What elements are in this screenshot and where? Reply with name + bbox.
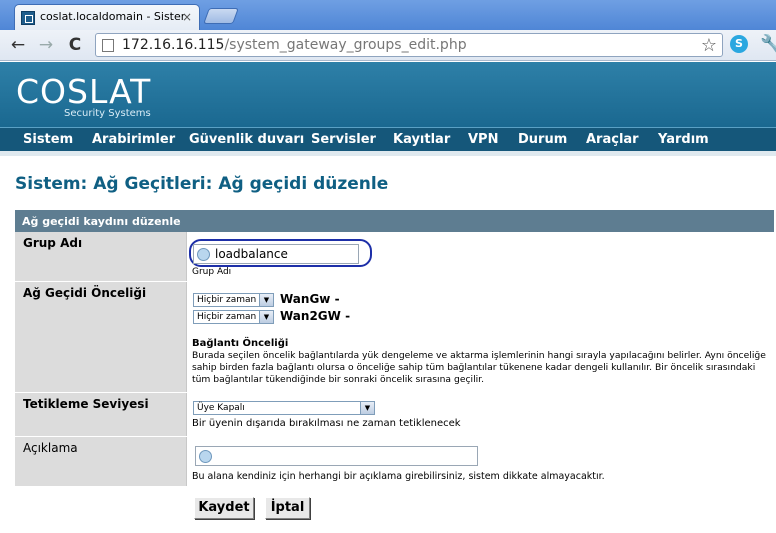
chevron-down-icon: ▼ (360, 402, 374, 414)
browser-tab[interactable]: coslat.localdomain - Sistem: A × (14, 4, 200, 30)
forward-arrow-icon[interactable]: → (34, 34, 58, 56)
form-header: Ağ geçidi kaydını düzenle (15, 210, 774, 232)
nav-item-arabirimler[interactable]: Arabirimler (92, 132, 175, 147)
chevron-down-icon: ▼ (259, 311, 273, 323)
main-navbar: Sistem Arabirimler Güvenlik duvarı Servi… (0, 127, 776, 151)
nav-item-sistem[interactable]: Sistem (23, 132, 73, 147)
group-name-label: Grup Adı (15, 232, 186, 281)
connection-priority-subhead: Bağlantı Önceliği (192, 338, 289, 349)
nav-item-durum[interactable]: Durum (518, 132, 567, 147)
bookmark-star-icon[interactable]: ☆ (701, 35, 717, 56)
web-page: COSLAT Security Systems Sistem Arabiriml… (0, 62, 776, 533)
gateway-priority-label: Ağ Geçidi Önceliği (15, 282, 186, 392)
row-description: Açıklama Bu alana kendiniz için herhangi… (15, 437, 774, 487)
gateway-edit-form: Ağ geçidi kaydını düzenle Grup Adı loadb… (15, 210, 774, 533)
skype-extension-icon[interactable]: S (730, 35, 748, 53)
chevron-down-icon: ▼ (259, 294, 273, 306)
nav-item-guvenlik-duvari[interactable]: Güvenlik duvarı (189, 132, 304, 147)
wan2gw-priority-select[interactable]: Hiçbir zaman ▼ (193, 310, 274, 324)
description-input[interactable] (195, 446, 478, 466)
group-name-input[interactable]: loadbalance (193, 244, 359, 264)
nav-item-vpn[interactable]: VPN (468, 132, 498, 147)
page-icon (102, 39, 114, 52)
url-text[interactable]: 172.16.16.115/system_gateway_groups_edit… (122, 37, 467, 53)
trigger-level-hint: Bir üyenin dışarıda bırakılması ne zaman… (192, 418, 461, 429)
browser-toolbar: ← → C 172.16.16.115/system_gateway_group… (0, 30, 776, 61)
gateway-name: Wan2GW - (280, 309, 351, 323)
description-hint: Bu alana kendiniz için herhangi bir açık… (192, 471, 605, 482)
cancel-button[interactable]: İptal (265, 497, 310, 519)
logo: COSLAT (16, 72, 152, 111)
nav-item-kayitlar[interactable]: Kayıtlar (393, 132, 450, 147)
address-bar[interactable]: 172.16.16.115/system_gateway_groups_edit… (95, 33, 723, 57)
new-tab-button[interactable] (203, 8, 239, 24)
back-arrow-icon[interactable]: ← (6, 34, 30, 56)
description-label: Açıklama (15, 437, 186, 486)
group-name-hint: Grup Adı (192, 267, 232, 277)
site-favicon-icon (21, 11, 35, 25)
trigger-level-label: Tetikleme Seviyesi (15, 393, 186, 436)
input-tag-icon (199, 450, 212, 463)
row-buttons: Kaydet İptal (15, 487, 774, 533)
tab-strip: coslat.localdomain - Sistem: A × (0, 0, 776, 30)
row-gateway-priority: Ağ Geçidi Önceliği Hiçbir zaman ▼ WanGw … (15, 282, 774, 393)
save-button[interactable]: Kaydet (194, 497, 254, 519)
reload-icon[interactable]: C (63, 34, 87, 56)
wangw-priority-select[interactable]: Hiçbir zaman ▼ (193, 293, 274, 307)
nav-item-servisler[interactable]: Servisler (311, 132, 376, 147)
page-title: Sistem: Ağ Geçitleri: Ağ geçidi düzenle (15, 174, 389, 194)
nav-underline (0, 151, 776, 156)
nav-item-araclar[interactable]: Araçlar (586, 132, 639, 147)
nav-item-yardim[interactable]: Yardım (658, 132, 709, 147)
trigger-level-select[interactable]: Üye Kapalı ▼ (193, 401, 375, 415)
logo-tagline: Security Systems (64, 108, 151, 119)
row-trigger-level: Tetikleme Seviyesi Üye Kapalı ▼ Bir üyen… (15, 393, 774, 437)
wrench-icon[interactable]: 🔧 (760, 34, 776, 55)
input-tag-icon (197, 248, 210, 261)
tab-close-icon[interactable]: × (182, 10, 192, 24)
row-group-name: Grup Adı loadbalance Grup Adı (15, 232, 774, 282)
gateway-name: WanGw - (280, 292, 340, 306)
tab-title: coslat.localdomain - Sistem: A (40, 10, 185, 23)
connection-priority-description: Burada seçilen öncelik bağlantılarda yük… (192, 350, 766, 385)
site-header: COSLAT Security Systems (0, 62, 776, 127)
